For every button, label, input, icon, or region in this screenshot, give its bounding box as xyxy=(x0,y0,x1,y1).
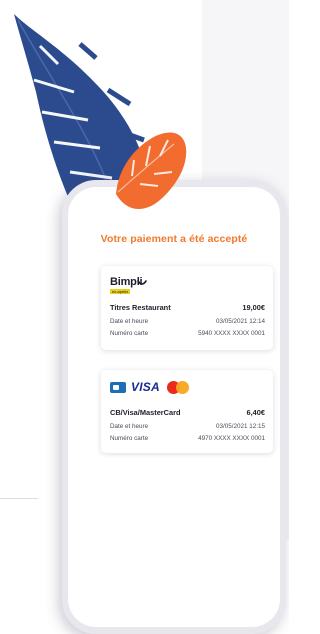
leaf-orange-icon xyxy=(116,132,187,210)
marketing-illustration: Votre paiement a été accepté Bimpli ex-a… xyxy=(0,0,289,634)
